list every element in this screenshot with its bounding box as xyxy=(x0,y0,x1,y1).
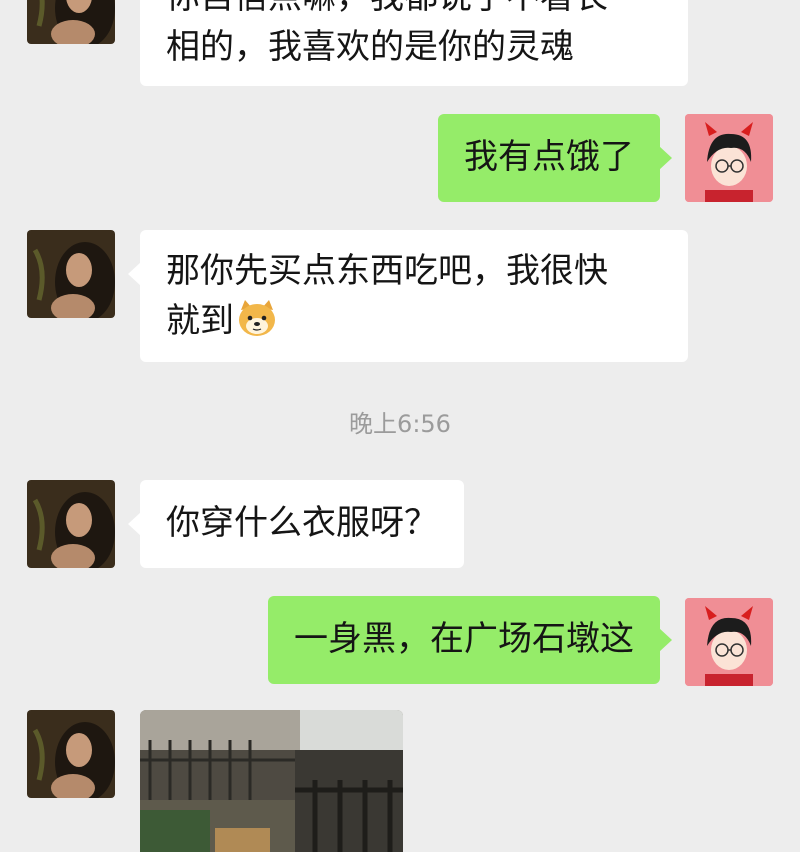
message-bubble-incoming[interactable]: 那你先买点东西吃吧，我很快 就到 xyxy=(128,230,688,362)
my-avatar[interactable] xyxy=(685,114,773,202)
message-bubble-incoming[interactable]: 你穿什么衣服呀？ xyxy=(128,480,464,568)
contact-avatar[interactable] xyxy=(27,710,115,798)
message-text-line: 那你先买点东西吃吧，我很快 xyxy=(166,251,608,291)
doge-emoji-icon xyxy=(236,298,278,338)
message-text-line: 就到 xyxy=(166,301,234,341)
contact-avatar[interactable] xyxy=(27,230,115,318)
message-text-line: 相的，我喜欢的是你的灵魂 xyxy=(166,27,574,67)
message-text: 我有点饿了 xyxy=(464,137,634,177)
chat-area: 你自信点嘛，我都说了不看长 相的，我喜欢的是你的灵魂 我有点饿了 那你先买点 xyxy=(0,0,800,852)
message-timestamp: 晚上6:56 xyxy=(349,410,451,438)
message-text-line: 你自信点嘛，我都说了不看长 xyxy=(166,0,662,22)
contact-avatar[interactable] xyxy=(27,0,115,44)
message-image[interactable] xyxy=(140,710,403,852)
contact-avatar[interactable] xyxy=(27,480,115,568)
message-bubble-outgoing[interactable]: 一身黑，在广场石墩这 xyxy=(268,596,672,684)
my-avatar[interactable] xyxy=(685,598,773,686)
message-bubble-outgoing[interactable]: 我有点饿了 xyxy=(438,114,672,202)
message-text: 一身黑，在广场石墩这 xyxy=(294,619,634,659)
message-bubble-incoming[interactable]: 你自信点嘛，我都说了不看长 相的，我喜欢的是你的灵魂 xyxy=(140,0,688,86)
message-text: 你穿什么衣服呀？ xyxy=(166,503,438,543)
